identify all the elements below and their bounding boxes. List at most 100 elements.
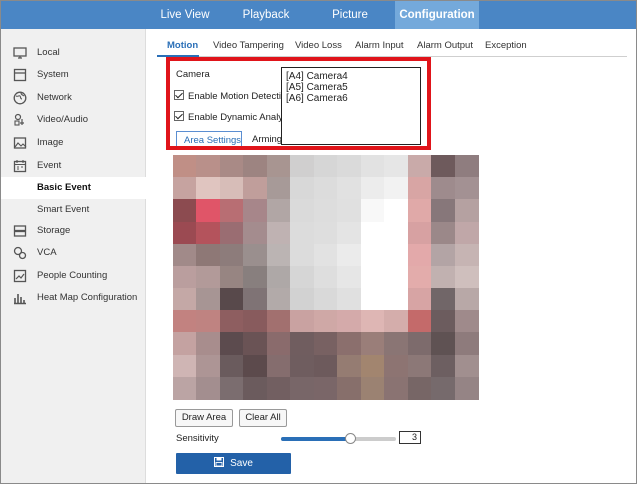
preview-tile [360, 199, 385, 223]
tab-playback[interactable]: Playback [227, 1, 305, 29]
sidebar-item-label: Image [37, 137, 64, 148]
app-window: Live View Playback Picture Configuration… [0, 0, 637, 484]
system-icon [13, 68, 27, 82]
preview-tile [173, 243, 197, 267]
tab-video-loss[interactable]: Video Loss [295, 40, 342, 51]
preview-tile [384, 177, 409, 201]
video-preview[interactable] [173, 155, 479, 400]
preview-tile [407, 221, 432, 245]
tab-picture[interactable]: Picture [311, 1, 389, 29]
sidebar-item-video-audio[interactable]: Video/Audio [1, 109, 146, 131]
preview-tile [407, 243, 432, 267]
preview-tile [243, 265, 268, 289]
sidebar-item-vca[interactable]: VCA [1, 242, 146, 264]
preview-tile [219, 243, 244, 267]
sidebar-item-event[interactable]: Event [1, 155, 146, 177]
preview-tile [384, 221, 409, 245]
preview-tile [313, 155, 338, 178]
draw-area-button[interactable]: Draw Area [175, 409, 233, 427]
preview-tile [243, 199, 268, 223]
preview-tile [431, 265, 456, 289]
preview-tile [407, 354, 432, 378]
tab-alarm-input[interactable]: Alarm Input [355, 40, 404, 51]
preview-tile [407, 199, 432, 223]
preview-tile [337, 310, 362, 334]
sensitivity-slider[interactable] [281, 433, 396, 444]
sidebar-item-local[interactable]: Local [1, 42, 146, 64]
preview-tile [431, 310, 456, 334]
sidebar-item-basic-event[interactable]: Basic Event [1, 177, 146, 199]
preview-tile [290, 376, 315, 400]
tab-video-tampering[interactable]: Video Tampering [213, 40, 284, 51]
video-audio-icon [14, 113, 24, 126]
preview-tile [219, 310, 244, 334]
preview-tile [219, 265, 244, 289]
preview-tile [219, 221, 244, 245]
tab-alarm-output[interactable]: Alarm Output [417, 40, 473, 51]
sensitivity-label: Sensitivity [176, 433, 219, 444]
preview-tile [313, 177, 338, 201]
preview-tile [196, 376, 221, 400]
preview-tile [313, 221, 338, 245]
preview-tile [173, 376, 197, 400]
preview-tile [290, 265, 315, 289]
preview-tile [173, 288, 197, 312]
sidebar-item-smart-event[interactable]: Smart Event [1, 199, 146, 221]
sidebar-item-heat-map[interactable]: Heat Map Configuration [1, 287, 146, 309]
clear-all-button[interactable]: Clear All [239, 409, 287, 427]
sidebar-item-storage[interactable]: Storage [1, 220, 146, 242]
preview-tile [290, 288, 315, 312]
sidebar-item-label: Event [37, 160, 62, 171]
preview-tile [360, 265, 385, 289]
preview-tile [173, 265, 197, 289]
preview-tile [290, 243, 315, 267]
highlight-box [166, 57, 431, 150]
preview-tile [431, 332, 456, 356]
preview-tile [266, 288, 291, 312]
preview-tile [196, 288, 221, 312]
preview-tile [243, 288, 268, 312]
preview-tile [337, 354, 362, 378]
preview-tile [337, 199, 362, 223]
preview-tile [337, 265, 362, 289]
preview-tile [313, 354, 338, 378]
preview-tile [313, 376, 338, 400]
preview-tile [454, 288, 479, 312]
preview-tile [196, 221, 221, 245]
preview-tile [384, 199, 409, 223]
sidebar: Local System Network Video/Audio Image E… [1, 29, 146, 483]
preview-tile [360, 332, 385, 356]
preview-tile [454, 177, 479, 201]
preview-tile [360, 155, 385, 178]
preview-tile [196, 199, 221, 223]
preview-tile [454, 155, 479, 178]
preview-tile [384, 288, 409, 312]
sidebar-item-image[interactable]: Image [1, 132, 146, 154]
sidebar-item-network[interactable]: Network [1, 87, 146, 109]
preview-tile [266, 265, 291, 289]
tab-motion[interactable]: Motion [167, 40, 198, 51]
sensitivity-input[interactable]: 3 [399, 431, 421, 444]
sidebar-item-system[interactable]: System [1, 64, 146, 86]
preview-tile [173, 199, 197, 223]
preview-tile [313, 199, 338, 223]
tab-configuration[interactable]: Configuration [395, 1, 479, 29]
bar-chart-icon [14, 294, 26, 305]
tab-live-view[interactable]: Live View [146, 1, 224, 29]
preview-tile [219, 376, 244, 400]
sidebar-item-label: People Counting [37, 270, 108, 281]
preview-tile [243, 376, 268, 400]
preview-tile [384, 243, 409, 267]
preview-tile [431, 288, 456, 312]
preview-tile [360, 288, 385, 312]
slider-handle[interactable] [345, 433, 356, 444]
save-button[interactable]: Save [176, 453, 291, 474]
sidebar-item-people-counting[interactable]: People Counting [1, 265, 146, 287]
preview-tile [360, 243, 385, 267]
preview-tile [243, 243, 268, 267]
preview-tile [337, 288, 362, 312]
tab-exception[interactable]: Exception [485, 40, 527, 51]
preview-tile [431, 354, 456, 378]
preview-tile [266, 199, 291, 223]
preview-tile [454, 199, 479, 223]
